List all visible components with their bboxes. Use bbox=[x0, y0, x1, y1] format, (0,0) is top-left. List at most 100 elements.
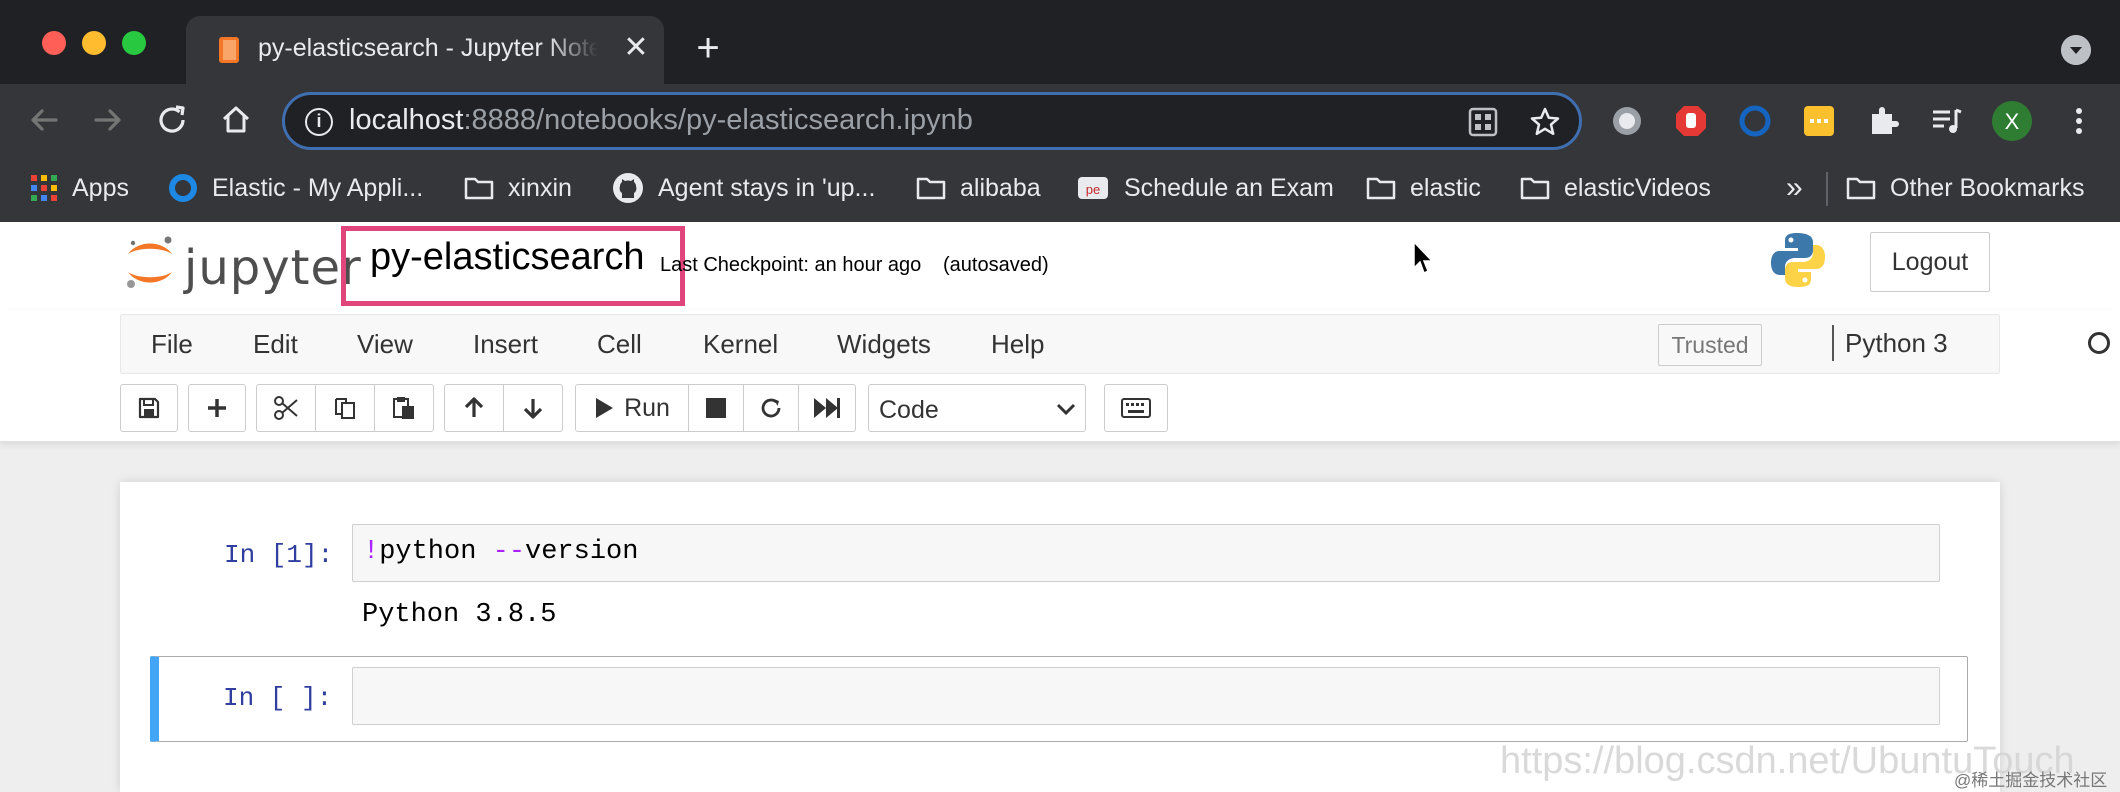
save-icon bbox=[138, 397, 160, 419]
browser-toolbar: i localhost:8888/notebooks/py-elasticsea… bbox=[0, 84, 2120, 156]
cell-input[interactable] bbox=[352, 667, 1940, 725]
bookmark-schedule-exam[interactable]: pe Schedule an Exam bbox=[1076, 170, 1334, 206]
run-button[interactable]: Run bbox=[575, 384, 689, 432]
copy-button[interactable] bbox=[315, 384, 375, 432]
cell-type-value: Code bbox=[879, 396, 939, 424]
extension-ring-icon[interactable] bbox=[1738, 104, 1772, 138]
fast-forward-icon bbox=[814, 398, 840, 418]
browser-menu-dots-icon[interactable] bbox=[2062, 104, 2096, 138]
bookmark-elasticvideos[interactable]: elasticVideos bbox=[1520, 170, 1711, 206]
cell-type-select[interactable]: Code bbox=[868, 384, 1086, 432]
folder-icon bbox=[1520, 177, 1550, 200]
profile-avatar[interactable]: X bbox=[1991, 100, 2033, 142]
restart-run-all-button[interactable] bbox=[798, 384, 856, 432]
other-bookmarks[interactable]: Other Bookmarks bbox=[1846, 170, 2085, 206]
menu-insert[interactable]: Insert bbox=[473, 329, 538, 360]
back-arrow-icon[interactable] bbox=[24, 100, 64, 140]
move-down-button[interactable] bbox=[503, 384, 563, 432]
jupyter-orbit-icon bbox=[127, 236, 172, 288]
tab-search-chevron-icon[interactable] bbox=[2061, 35, 2091, 65]
minimize-window-button[interactable] bbox=[82, 31, 106, 55]
adblock-hand-icon[interactable] bbox=[1674, 104, 1708, 138]
svg-text:X: X bbox=[2005, 109, 2020, 134]
arrow-up-icon bbox=[464, 397, 484, 417]
browser-chrome: py-elasticsearch - Jupyter Notebook ✕ + … bbox=[0, 0, 2120, 222]
save-button[interactable] bbox=[120, 384, 178, 432]
menu-cell[interactable]: Cell bbox=[597, 329, 642, 360]
github-icon bbox=[613, 173, 643, 203]
reload-icon[interactable] bbox=[152, 100, 192, 140]
bookmarks-divider bbox=[1826, 172, 1828, 206]
bookmarks-bar: Apps Elastic - My Appli... xinxin Agent … bbox=[0, 156, 2120, 222]
browser-tab[interactable]: py-elasticsearch - Jupyter Notebook ✕ bbox=[186, 16, 664, 84]
folder-icon bbox=[464, 177, 494, 200]
cut-button[interactable] bbox=[256, 384, 316, 432]
arrow-down-icon bbox=[523, 399, 543, 419]
bookmark-elastic-my-appli[interactable]: Elastic - My Appli... bbox=[168, 170, 423, 206]
logout-button[interactable]: Logout bbox=[1870, 232, 1990, 292]
trusted-indicator[interactable]: Trusted bbox=[1658, 324, 1762, 366]
menu-kernel[interactable]: Kernel bbox=[703, 329, 778, 360]
menu-view[interactable]: View bbox=[357, 329, 413, 360]
cell-prompt: In [ ]: bbox=[223, 683, 333, 713]
menu-edit[interactable]: Edit bbox=[253, 329, 298, 360]
elastic-circle-icon bbox=[169, 174, 197, 202]
extension-yellow-icon[interactable] bbox=[1802, 104, 1836, 138]
bookmark-agent-stays[interactable]: Agent stays in 'up... bbox=[612, 170, 875, 206]
home-icon[interactable] bbox=[216, 100, 256, 140]
restart-icon bbox=[761, 398, 781, 418]
jupyter-header: jupyter py-elasticsearch Last Checkpoint… bbox=[0, 222, 2120, 310]
jupyter-logo[interactable]: jupyter bbox=[124, 232, 361, 296]
interrupt-button[interactable] bbox=[688, 384, 744, 432]
paste-icon bbox=[393, 397, 414, 419]
last-checkpoint: Last Checkpoint: an hour ago bbox=[660, 254, 922, 276]
copy-icon bbox=[335, 398, 355, 419]
bookmark-elastic[interactable]: elastic bbox=[1366, 170, 1481, 206]
extensions-puzzle-icon[interactable] bbox=[1866, 104, 1900, 138]
kernel-idle-icon bbox=[2088, 332, 2110, 354]
close-window-button[interactable] bbox=[42, 31, 66, 55]
qr-code-icon[interactable] bbox=[1467, 106, 1499, 138]
stop-icon bbox=[706, 398, 726, 418]
folder-icon bbox=[916, 177, 946, 200]
run-label: Run bbox=[624, 393, 670, 422]
forward-arrow-icon[interactable] bbox=[88, 100, 128, 140]
mouse-pointer-icon bbox=[1413, 240, 1434, 275]
plus-icon bbox=[208, 399, 226, 417]
menu-help[interactable]: Help bbox=[991, 329, 1044, 360]
bookmark-alibaba[interactable]: alibaba bbox=[916, 170, 1041, 206]
selected-code-cell[interactable]: In [ ]: bbox=[150, 656, 1968, 742]
cell-code: !python --version bbox=[363, 537, 639, 567]
command-palette-button[interactable] bbox=[1104, 384, 1168, 432]
menubar: File Edit View Insert Cell Kernel Widget… bbox=[120, 314, 2110, 374]
address-bar[interactable]: i localhost:8888/notebooks/py-elasticsea… bbox=[282, 92, 1582, 150]
bookmarks-overflow-button[interactable]: » bbox=[1786, 170, 1803, 206]
media-queue-icon[interactable] bbox=[1930, 104, 1964, 138]
tab-title: py-elasticsearch - Jupyter Notebook bbox=[258, 34, 598, 62]
url-text[interactable]: localhost:8888/notebooks/py-elasticsearc… bbox=[349, 104, 973, 137]
bookmark-apps[interactable]: Apps bbox=[30, 170, 129, 206]
notebook-toolbar: Run Code bbox=[120, 384, 2000, 432]
bookmark-star-icon[interactable] bbox=[1529, 106, 1561, 138]
folder-icon bbox=[1366, 177, 1396, 200]
cell-input[interactable]: !python --version bbox=[352, 524, 1940, 582]
code-cell[interactable]: In [1]: !python --version Python 3.8.5 bbox=[120, 482, 2000, 642]
move-up-button[interactable] bbox=[444, 384, 504, 432]
tab-close-icon[interactable]: ✕ bbox=[620, 32, 652, 64]
new-tab-button[interactable]: + bbox=[690, 28, 726, 68]
watermark-small: @稀土掘金技术社区 bbox=[1954, 771, 2108, 790]
extension-circle-icon[interactable] bbox=[1610, 104, 1644, 138]
menu-file[interactable]: File bbox=[151, 329, 193, 360]
menu-widgets[interactable]: Widgets bbox=[837, 329, 931, 360]
insert-cell-button[interactable] bbox=[188, 384, 246, 432]
kernel-name: Python 3 bbox=[1845, 328, 1948, 358]
cell-output: Python 3.8.5 bbox=[362, 600, 557, 630]
restart-kernel-button[interactable] bbox=[743, 384, 799, 432]
notebook-name[interactable]: py-elasticsearch bbox=[370, 236, 645, 279]
maximize-window-button[interactable] bbox=[122, 31, 146, 55]
cell-prompt: In [1]: bbox=[224, 540, 334, 570]
exam-icon: pe bbox=[1078, 177, 1108, 199]
paste-button[interactable] bbox=[374, 384, 434, 432]
site-info-icon[interactable]: i bbox=[305, 108, 333, 136]
bookmark-xinxin[interactable]: xinxin bbox=[464, 170, 572, 206]
